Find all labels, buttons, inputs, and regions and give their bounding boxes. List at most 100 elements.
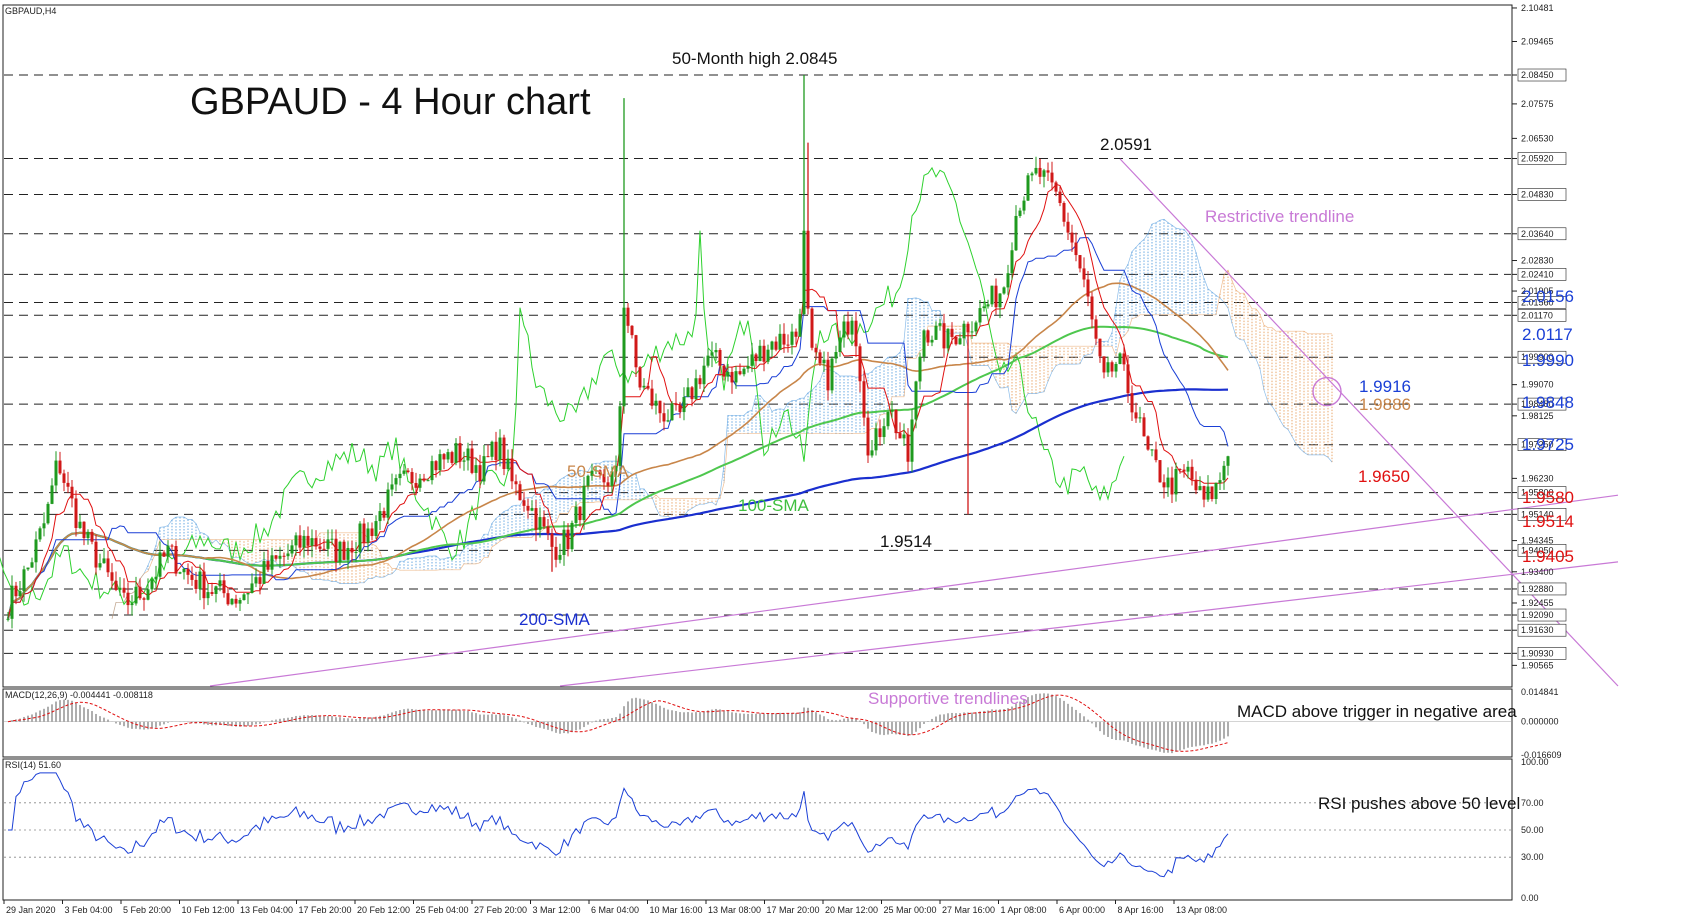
candle-body: [638, 367, 642, 388]
time-tick-label: 13 Apr 08:00: [1176, 905, 1227, 915]
candle-body: [90, 531, 94, 542]
right-level-label: 1.9916: [1359, 377, 1411, 396]
candle-body: [694, 378, 698, 400]
candle-body: [1222, 465, 1226, 481]
annotation-supportive-trendlines: Supportive trendlines: [868, 689, 1028, 708]
candle-body: [678, 405, 682, 413]
candle-body: [646, 385, 650, 389]
candle-body: [186, 568, 190, 575]
candle-body: [1146, 436, 1150, 450]
candle-body: [786, 344, 790, 346]
candle-body: [874, 428, 878, 451]
time-tick-label: 8 Apr 16:00: [1118, 905, 1164, 915]
candle-body: [698, 378, 702, 385]
candle-body: [278, 555, 282, 559]
candle-body: [30, 562, 34, 568]
rsi-tick-label: 70.00: [1521, 798, 1544, 808]
candle-body: [478, 465, 482, 482]
candle-body: [378, 511, 382, 522]
candle-body: [342, 541, 346, 560]
right-level-label: 1.9405: [1522, 547, 1574, 566]
time-tick-label: 10 Feb 12:00: [182, 905, 235, 915]
candle-body: [462, 460, 466, 462]
candle-body: [1062, 203, 1066, 222]
candle-body: [978, 308, 982, 323]
candle-body: [1022, 200, 1026, 211]
candle-body: [910, 419, 914, 462]
candle-body: [274, 555, 278, 559]
candle-body: [382, 511, 386, 518]
candle-body: [86, 531, 90, 539]
candle-body: [930, 339, 934, 343]
candle-body: [1042, 170, 1046, 177]
candle-body: [634, 335, 638, 368]
candle-body: [1082, 268, 1086, 280]
candle-body: [1162, 482, 1166, 488]
candle-body: [974, 322, 978, 332]
price-tick-label: 2.02830: [1521, 256, 1554, 266]
candle-body: [18, 591, 22, 597]
chart-window: 2.10481 2.09465 2.08450 2.07575 2.06530 2.059…: [0, 0, 1706, 919]
candle-body: [918, 356, 922, 382]
candle-body: [14, 585, 18, 597]
right-level-label: 1.9848: [1522, 393, 1574, 412]
candle-body: [482, 456, 486, 482]
candle-body: [210, 592, 214, 594]
candle-body: [66, 482, 70, 487]
price-tick-label: 2.10481: [1521, 3, 1554, 13]
candle-body: [1150, 449, 1154, 451]
candle-body: [226, 593, 230, 605]
macd-tick-label: 0.014841: [1521, 687, 1559, 697]
candle-body: [194, 579, 198, 589]
candle-body: [850, 320, 854, 335]
candle-body: [778, 333, 782, 350]
candle-body: [110, 572, 114, 581]
candle-body: [422, 478, 426, 481]
candle-body: [166, 545, 170, 557]
candle-body: [1170, 477, 1174, 495]
candle-body: [962, 323, 966, 339]
candle-body: [1110, 362, 1114, 372]
candle-body: [854, 320, 858, 347]
candle-body: [130, 603, 134, 606]
time-tick-label: 5 Feb 20:00: [123, 905, 171, 915]
candle-body: [706, 355, 710, 366]
candle-body: [898, 433, 902, 439]
candle-body: [558, 554, 562, 560]
candle-body: [846, 321, 850, 335]
candle-body: [298, 535, 302, 548]
candle-body: [234, 598, 238, 604]
annotation-200-sma: 200-SMA: [519, 610, 591, 629]
candle-body: [290, 545, 294, 554]
candle-body: [1158, 460, 1162, 483]
candle-body: [102, 558, 106, 564]
candle-body: [914, 381, 918, 420]
candle-body: [218, 580, 222, 587]
candle-body: [550, 533, 554, 547]
candle-body: [566, 529, 570, 550]
candle-body: [1174, 469, 1178, 495]
candle-body: [26, 567, 30, 570]
annotation-50-month-high: 50-Month high 2.0845: [672, 49, 837, 68]
candle-body: [554, 546, 558, 560]
candle-body: [450, 452, 454, 463]
candle-body: [502, 437, 506, 469]
candle-body: [1210, 486, 1214, 500]
candle-body: [270, 555, 274, 570]
price-tick-label: 2.08450: [1521, 70, 1554, 80]
candle-body: [622, 307, 626, 407]
candle-body: [1046, 170, 1050, 173]
rsi-tick-label: 50.00: [1521, 825, 1544, 835]
candle-body: [906, 434, 910, 462]
candle-body: [198, 571, 202, 589]
candle-body: [310, 538, 314, 546]
right-level-label: 1.9990: [1522, 351, 1574, 370]
candle-body: [1118, 353, 1122, 364]
annotation-swing-high: 2.0591: [1100, 135, 1152, 154]
candle-body: [254, 577, 258, 584]
candle-body: [862, 381, 866, 418]
candle-body: [494, 441, 498, 461]
candle-body: [510, 458, 514, 482]
price-tick-label: 1.90930: [1521, 648, 1554, 658]
time-tick-label: 25 Mar 00:00: [884, 905, 937, 915]
